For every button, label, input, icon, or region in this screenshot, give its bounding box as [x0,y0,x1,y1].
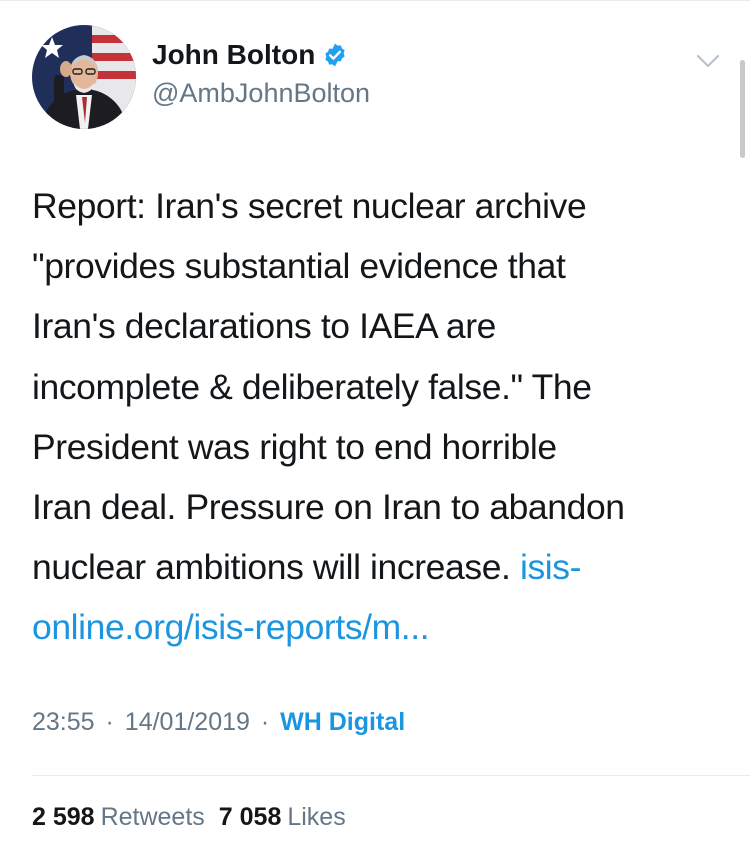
tweet-date: 14/01/2019 [124,708,250,736]
chevron-down-icon[interactable] [694,51,722,71]
avatar[interactable] [32,25,136,129]
tweet-text: Report: Iran's secret nuclear archive "p… [32,176,732,658]
tweet-line: Report: Iran's secret nuclear archive [32,186,587,226]
avatar-photo [32,25,136,129]
top-divider [0,0,750,1]
tweet-line-last: nuclear ambitions will increase. isis- [32,537,732,597]
retweets-count[interactable]: 2 598 [32,803,95,831]
tweet-header: John Bolton @AmbJohnBolton [32,25,722,135]
verified-badge-icon [322,42,348,68]
name-row: John Bolton [152,39,348,71]
tweet-time: 23:55 [32,708,95,736]
user-handle[interactable]: @AmbJohnBolton [152,78,370,109]
retweets-label[interactable]: Retweets [101,803,205,831]
tweet-line: Iran deal. Pressure on Iran to abandon [32,486,625,527]
tweet-source-link[interactable]: WH Digital [280,708,405,736]
scrollbar[interactable] [740,60,745,158]
tweet-line-text: nuclear ambitions will increase. [32,547,520,588]
display-name[interactable]: John Bolton [152,39,315,71]
tweet-line: incomplete & deliberately false." The [32,366,592,407]
tweet-line-link: online.org/isis-reports/m... [32,597,732,657]
stats-divider [32,775,750,776]
tweet-link[interactable]: isis- [520,547,582,587]
tweet-line: Iran's declarations to IAEA are [32,306,497,347]
likes-count[interactable]: 7 058 [219,803,282,831]
tweet-stats: 2 598 Retweets 7 058 Likes [32,803,360,832]
tweet-meta: 23:55 · 14/01/2019 · WH Digital [32,708,405,737]
tweet-line: "provides substantial evidence that [32,246,566,287]
meta-separator: · [260,708,270,736]
meta-separator: · [105,708,114,736]
tweet-line: President was right to end horrible [32,426,557,467]
tweet-link-continued[interactable]: online.org/isis-reports/m... [32,607,430,647]
likes-label[interactable]: Likes [287,803,345,831]
